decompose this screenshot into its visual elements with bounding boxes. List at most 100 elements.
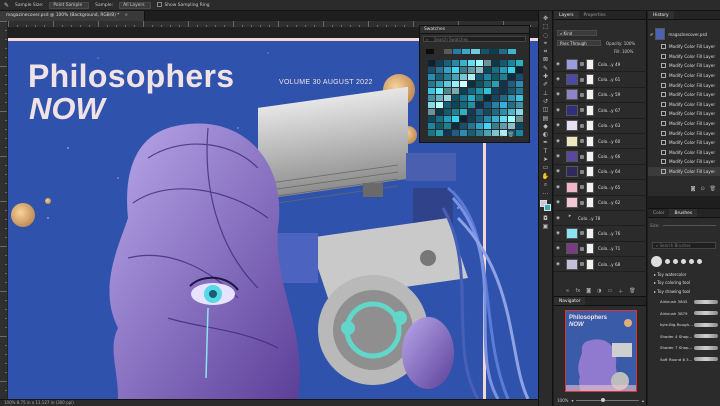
shape-tool-icon[interactable]: ▭ xyxy=(541,164,550,171)
blend-mode-dropdown[interactable]: Pass Through xyxy=(557,40,601,46)
swatch[interactable] xyxy=(452,67,459,73)
history-item[interactable]: Modify Color Fill Layer xyxy=(648,80,720,90)
swatch[interactable] xyxy=(516,88,523,94)
swatch[interactable] xyxy=(444,123,451,129)
swatch[interactable] xyxy=(452,81,459,87)
eyedropper-icon[interactable]: ✎ xyxy=(4,2,9,9)
recent-swatch[interactable] xyxy=(480,49,489,54)
swatch[interactable] xyxy=(436,130,443,136)
swatch[interactable] xyxy=(460,81,467,87)
swatch[interactable] xyxy=(460,102,467,108)
brush-folder[interactable]: ▸ Toy drawing tool xyxy=(648,288,720,296)
swatch[interactable] xyxy=(508,102,515,108)
layer-row[interactable]: ◉ Colo...y 66 xyxy=(554,149,647,165)
swatch[interactable] xyxy=(500,95,507,101)
swatch[interactable] xyxy=(476,109,483,115)
swatch[interactable] xyxy=(444,74,451,80)
layer-row[interactable]: ◉ Colo...y 60 xyxy=(554,134,647,150)
swatch[interactable] xyxy=(500,74,507,80)
swatch[interactable] xyxy=(444,95,451,101)
swatch[interactable] xyxy=(460,116,467,122)
blur-tool-icon[interactable]: ◆ xyxy=(541,123,550,130)
swatch[interactable] xyxy=(444,88,451,94)
swatch[interactable] xyxy=(460,88,467,94)
swatch[interactable] xyxy=(500,81,507,87)
swatch[interactable] xyxy=(484,88,491,94)
eyedropper-tool-icon[interactable]: ✎ xyxy=(541,65,550,72)
swatch[interactable] xyxy=(428,95,435,101)
swatch[interactable] xyxy=(460,67,467,73)
history-item[interactable]: Modify Color Fill Layer xyxy=(648,138,720,148)
recent-swatch[interactable] xyxy=(444,49,453,54)
adjustment-icon[interactable]: ◑ xyxy=(597,288,601,294)
visibility-eye-icon[interactable]: ◉ xyxy=(554,200,562,205)
recent-swatch[interactable] xyxy=(462,49,471,54)
zoom-tool-icon[interactable]: ⌕ xyxy=(541,181,550,188)
swatch[interactable] xyxy=(476,81,483,87)
swatch[interactable] xyxy=(452,102,459,108)
brush-item[interactable]: Airbrush 3845 xyxy=(648,296,720,308)
swatch[interactable] xyxy=(460,60,467,66)
visibility-eye-icon[interactable]: ◉ xyxy=(554,62,562,67)
swatch[interactable] xyxy=(508,88,515,94)
swatch[interactable] xyxy=(484,95,491,101)
layer-row[interactable]: ◉ Colo...y 65 xyxy=(554,180,647,196)
eraser-tool-icon[interactable]: ◫ xyxy=(541,106,550,113)
swatch[interactable] xyxy=(444,81,451,87)
color-swatches[interactable] xyxy=(540,199,551,211)
brush-tip-preview[interactable] xyxy=(681,259,686,264)
swatch[interactable] xyxy=(476,123,483,129)
link-icon[interactable]: ∞ xyxy=(565,288,569,294)
swatch[interactable] xyxy=(516,109,523,115)
swatch[interactable] xyxy=(468,130,475,136)
swatch[interactable] xyxy=(428,67,435,73)
add-icon[interactable]: ＋ xyxy=(618,288,623,295)
hand-tool-icon[interactable]: ✋ xyxy=(541,173,550,180)
layer-row[interactable]: ◉ Colo...y 67 xyxy=(554,103,647,119)
layer-row[interactable]: ◉ Colo...y 63 xyxy=(554,119,647,134)
swatch[interactable] xyxy=(492,116,499,122)
swatch[interactable] xyxy=(484,123,491,129)
swatch[interactable] xyxy=(452,130,459,136)
swatches-search-input[interactable]: ⌕ Search Swatches xyxy=(423,36,526,42)
layer-mask-thumbnail[interactable] xyxy=(586,135,594,147)
history-item[interactable]: Modify Color Fill Layer xyxy=(648,90,720,100)
folder-icon[interactable]: ▭ xyxy=(608,288,613,294)
swatch[interactable] xyxy=(428,88,435,94)
swatch[interactable] xyxy=(452,109,459,115)
recent-swatch[interactable] xyxy=(453,49,462,54)
history-item[interactable]: Modify Color Fill Layer xyxy=(648,61,720,71)
layer-mask-thumbnail[interactable] xyxy=(586,166,594,178)
swatch-grid[interactable] xyxy=(428,60,523,136)
type-tool-icon[interactable]: T xyxy=(541,148,550,155)
swatch[interactable] xyxy=(516,60,523,66)
swatch[interactable] xyxy=(508,81,515,87)
swatch[interactable] xyxy=(476,102,483,108)
swatch[interactable] xyxy=(492,67,499,73)
add-icon[interactable]: ＋ xyxy=(499,132,504,139)
brush-folder[interactable]: ▸ Toy watercolor xyxy=(648,271,720,279)
pen-tool-icon[interactable]: ✒ xyxy=(541,139,550,146)
fx-icon[interactable]: fx xyxy=(576,288,581,294)
swatch[interactable] xyxy=(436,81,443,87)
swatch[interactable] xyxy=(492,102,499,108)
zoom-out-icon[interactable]: ▾ xyxy=(571,398,573,403)
tab-color[interactable]: Color xyxy=(648,209,669,217)
swatch[interactable] xyxy=(516,130,523,136)
snapshot-icon[interactable]: ◙ xyxy=(691,186,696,195)
visibility-eye-icon[interactable]: ◉ xyxy=(554,154,562,159)
layer-mask-thumbnail[interactable] xyxy=(586,120,594,132)
background-color[interactable] xyxy=(544,203,551,211)
fill-control[interactable]: Fill: 100% xyxy=(614,49,633,54)
swatch[interactable] xyxy=(428,102,435,108)
swatch[interactable] xyxy=(452,60,459,66)
layer-row[interactable]: ◉ Colo...y 59 xyxy=(554,88,647,104)
swatch[interactable] xyxy=(484,109,491,115)
swatch[interactable] xyxy=(500,67,507,73)
layer-mask-thumbnail[interactable] xyxy=(586,258,594,270)
swatch[interactable] xyxy=(516,67,523,73)
camera-icon[interactable]: ⊙ xyxy=(700,186,704,195)
layer-row[interactable]: ◉ Colo...y 62 xyxy=(554,196,647,211)
swatch[interactable] xyxy=(516,74,523,80)
opacity-control[interactable]: Opacity: 100% xyxy=(606,41,635,46)
